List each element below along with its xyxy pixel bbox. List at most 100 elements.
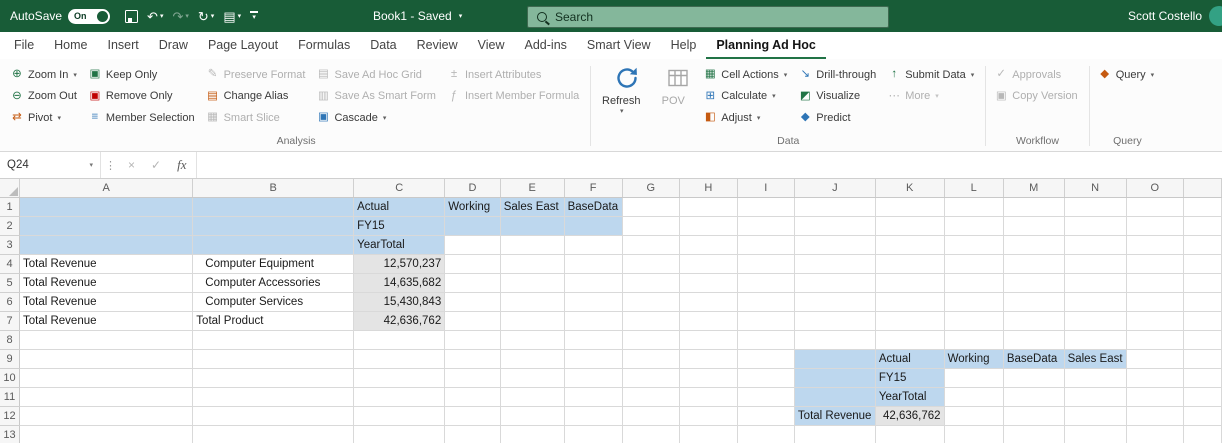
- cell-O8[interactable]: [1126, 330, 1185, 350]
- cell-J3[interactable]: [794, 235, 876, 255]
- cell-C12[interactable]: [353, 406, 446, 426]
- column-header-c[interactable]: C: [353, 179, 446, 198]
- ribbon-button-refresh[interactable]: Refresh ▾: [595, 64, 647, 115]
- cell-G12[interactable]: [622, 406, 681, 426]
- cell-A6[interactable]: Total Revenue: [19, 292, 194, 312]
- titlebar-search[interactable]: Search: [527, 6, 889, 28]
- ribbon-button-visualize[interactable]: ◩ Visualize: [794, 86, 880, 108]
- cell-J10[interactable]: [794, 368, 876, 388]
- ribbon-button-predict[interactable]: ◆ Predict: [794, 107, 880, 129]
- cell-H6[interactable]: [679, 292, 738, 312]
- cell-A3[interactable]: [19, 235, 194, 255]
- cell-O5[interactable]: [1126, 273, 1185, 293]
- cell-A12[interactable]: [19, 406, 194, 426]
- select-all-corner[interactable]: [0, 179, 20, 198]
- cell-O7[interactable]: [1126, 311, 1185, 331]
- cell-D3[interactable]: [444, 235, 501, 255]
- cell-N6[interactable]: [1064, 292, 1127, 312]
- cell-D4[interactable]: [444, 254, 501, 274]
- cell-D2[interactable]: [444, 216, 501, 236]
- cell-E9[interactable]: [500, 349, 565, 369]
- cell-O6[interactable]: [1126, 292, 1185, 312]
- ribbon-button-query[interactable]: ◆ Query ▾: [1094, 64, 1158, 86]
- cell-L13[interactable]: [944, 425, 1004, 443]
- cell-F5[interactable]: [564, 273, 623, 293]
- row-header-4[interactable]: 4: [0, 254, 20, 274]
- cell-H2[interactable]: [679, 216, 738, 236]
- user-name[interactable]: Scott Costello: [1128, 9, 1202, 23]
- column-header-a[interactable]: A: [19, 179, 194, 198]
- tab-home[interactable]: Home: [44, 32, 97, 59]
- cell-J1[interactable]: [794, 197, 876, 217]
- cell-E5[interactable]: [500, 273, 565, 293]
- cell-J8[interactable]: [794, 330, 876, 350]
- tab-formulas[interactable]: Formulas: [288, 32, 360, 59]
- cell-G6[interactable]: [622, 292, 681, 312]
- cell-I11[interactable]: [737, 387, 795, 407]
- cell-B8[interactable]: [192, 330, 355, 350]
- cell-E11[interactable]: [500, 387, 565, 407]
- cell-K7[interactable]: [875, 311, 945, 331]
- ribbon-button-keep-only[interactable]: ▣ Keep Only: [84, 64, 199, 86]
- cell-A5[interactable]: Total Revenue: [19, 273, 194, 293]
- cell-J9[interactable]: [794, 349, 876, 369]
- cell-I6[interactable]: [737, 292, 795, 312]
- cell-G10[interactable]: [622, 368, 681, 388]
- cell-N5[interactable]: [1064, 273, 1127, 293]
- ribbon-button-zoom-in[interactable]: ⊕ Zoom In ▾: [6, 64, 81, 86]
- cell-M8[interactable]: [1003, 330, 1065, 350]
- cell-C6[interactable]: 15,430,843: [353, 292, 446, 312]
- column-header-n[interactable]: N: [1064, 179, 1127, 198]
- autosave-toggle[interactable]: On: [68, 8, 111, 24]
- ribbon-button-member-selection[interactable]: ≡ Member Selection: [84, 107, 199, 129]
- tab-help[interactable]: Help: [661, 32, 707, 59]
- column-header-b[interactable]: B: [192, 179, 355, 198]
- cell-A4[interactable]: Total Revenue: [19, 254, 194, 274]
- cell-A1[interactable]: [19, 197, 194, 217]
- cell-M5[interactable]: [1003, 273, 1065, 293]
- cell-I1[interactable]: [737, 197, 795, 217]
- cell-F4[interactable]: [564, 254, 623, 274]
- cell-N4[interactable]: [1064, 254, 1127, 274]
- cell-B2[interactable]: [192, 216, 355, 236]
- cell-L10[interactable]: [944, 368, 1004, 388]
- ribbon-button-cell-actions[interactable]: ▦ Cell Actions ▾: [699, 64, 791, 86]
- cell-C1[interactable]: Actual: [353, 197, 446, 217]
- qat-customize-quick-access-toolbar-icon[interactable]: ▾: [247, 11, 261, 21]
- cell-E10[interactable]: [500, 368, 565, 388]
- cell-N9[interactable]: Sales East: [1064, 349, 1127, 369]
- cell-B5[interactable]: Computer Accessories: [192, 273, 355, 293]
- cell-F8[interactable]: [564, 330, 623, 350]
- row-header-8[interactable]: 8: [0, 330, 20, 350]
- ribbon-button-save-as-smart-form[interactable]: ▥ Save As Smart Form: [312, 86, 439, 108]
- cell-K10[interactable]: FY15: [875, 368, 945, 388]
- cell-J2[interactable]: [794, 216, 876, 236]
- ribbon-button-zoom-out[interactable]: ⊖ Zoom Out: [6, 86, 81, 108]
- cell-I13[interactable]: [737, 425, 795, 443]
- insert-function-button[interactable]: fx: [169, 152, 194, 178]
- cell-D8[interactable]: [444, 330, 501, 350]
- ribbon-button-pivot[interactable]: ⇄ Pivot ▾: [6, 107, 81, 129]
- cell-L1[interactable]: [944, 197, 1004, 217]
- row-header-13[interactable]: 13: [0, 425, 20, 443]
- row-header-11[interactable]: 11: [0, 387, 20, 407]
- cell-O10[interactable]: [1126, 368, 1185, 388]
- cell-K2[interactable]: [875, 216, 945, 236]
- cell-I3[interactable]: [737, 235, 795, 255]
- row-header-6[interactable]: 6: [0, 292, 20, 312]
- tab-review[interactable]: Review: [407, 32, 468, 59]
- cell-K8[interactable]: [875, 330, 945, 350]
- cell-C2[interactable]: FY15: [353, 216, 446, 236]
- cell-B6[interactable]: Computer Services: [192, 292, 355, 312]
- cell-L5[interactable]: [944, 273, 1004, 293]
- document-title[interactable]: Book1 - Saved ▾: [373, 0, 462, 32]
- cell-L8[interactable]: [944, 330, 1004, 350]
- cell-J6[interactable]: [794, 292, 876, 312]
- cell-D7[interactable]: [444, 311, 501, 331]
- cell-L7[interactable]: [944, 311, 1004, 331]
- cell-G9[interactable]: [622, 349, 681, 369]
- cell-H3[interactable]: [679, 235, 738, 255]
- ribbon-button-remove-only[interactable]: ▣ Remove Only: [84, 86, 199, 108]
- cell-M11[interactable]: [1003, 387, 1065, 407]
- cell-M1[interactable]: [1003, 197, 1065, 217]
